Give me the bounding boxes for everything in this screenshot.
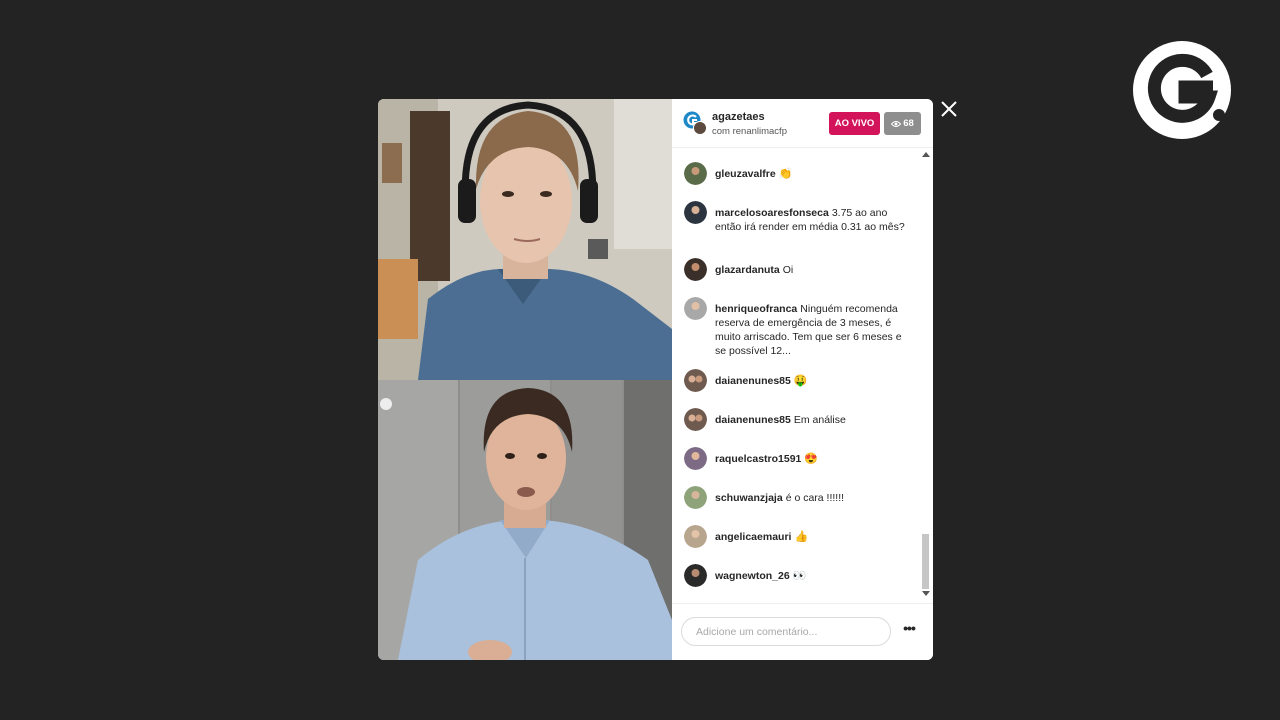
avatar[interactable] (684, 525, 707, 548)
more-options-button[interactable]: ••• (900, 621, 918, 637)
avatar[interactable] (684, 162, 707, 185)
avatar[interactable] (684, 486, 707, 509)
comment-username[interactable]: daianenunes85 (715, 414, 791, 426)
comment-text: Em análise (793, 414, 846, 426)
comment-username[interactable]: angelicaemauri (715, 531, 791, 543)
comment-username[interactable]: schuwanzjaja (715, 492, 783, 504)
host-username[interactable]: agazetaes (712, 111, 765, 123)
guest-video-feed (378, 380, 672, 660)
comment-composer: ••• (672, 603, 933, 660)
g-logo-icon (1133, 41, 1231, 139)
avatar[interactable] (684, 201, 707, 224)
avatar[interactable] (684, 297, 707, 320)
comment-emoji: 😍 (804, 453, 819, 465)
avatar[interactable] (684, 564, 707, 587)
comment-text: Oi (782, 264, 794, 276)
avatar[interactable] (684, 447, 707, 470)
host-avatar[interactable] (683, 111, 707, 135)
host-video-feed (378, 99, 672, 380)
comment-text: é o cara !!!!!! (785, 492, 845, 504)
comment-emoji: 👀 (792, 570, 807, 582)
comment-username[interactable]: gleuzavalfre (715, 168, 776, 180)
close-icon[interactable] (938, 98, 960, 120)
comment-scrollbar[interactable] (920, 148, 932, 602)
comment-username[interactable]: glazardanuta (715, 264, 780, 276)
avatar[interactable] (684, 369, 707, 392)
live-badge: AO VIVO (829, 112, 880, 135)
comment-list[interactable]: gleuzavalfre 👏 marcelosoaresfonseca 3.75 a… (672, 148, 920, 602)
avatar[interactable] (684, 408, 707, 431)
live-stream-modal: agazetaes com renanlimacfp AO VIVO 68 gl… (378, 99, 933, 660)
host-collaborator[interactable]: com renanlimacfp (712, 126, 787, 137)
viewer-count-badge: 68 (884, 112, 921, 135)
stream-header: agazetaes com renanlimacfp AO VIVO 68 (672, 99, 933, 148)
comment-emoji: 🤑 (793, 375, 808, 387)
comment-username[interactable]: henriqueofranca (715, 303, 797, 315)
comment-username[interactable]: daianenunes85 (715, 375, 791, 387)
avatar[interactable] (684, 258, 707, 281)
scroll-down-icon[interactable] (922, 591, 930, 597)
viewer-count: 68 (903, 118, 914, 129)
comment-username[interactable]: wagnewton_26 (715, 570, 790, 582)
comment-username[interactable]: marcelosoaresfonseca (715, 207, 829, 219)
comment-emoji: 👍 (794, 531, 809, 543)
comment-input[interactable] (681, 617, 891, 646)
eye-icon (891, 121, 902, 127)
comment-username[interactable]: raquelcastro1591 (715, 453, 801, 465)
comment-emoji: 👏 (778, 168, 793, 180)
scroll-up-icon[interactable] (922, 151, 930, 157)
live-chat-panel: agazetaes com renanlimacfp AO VIVO 68 gl… (672, 99, 933, 660)
scroll-thumb[interactable] (922, 534, 929, 589)
